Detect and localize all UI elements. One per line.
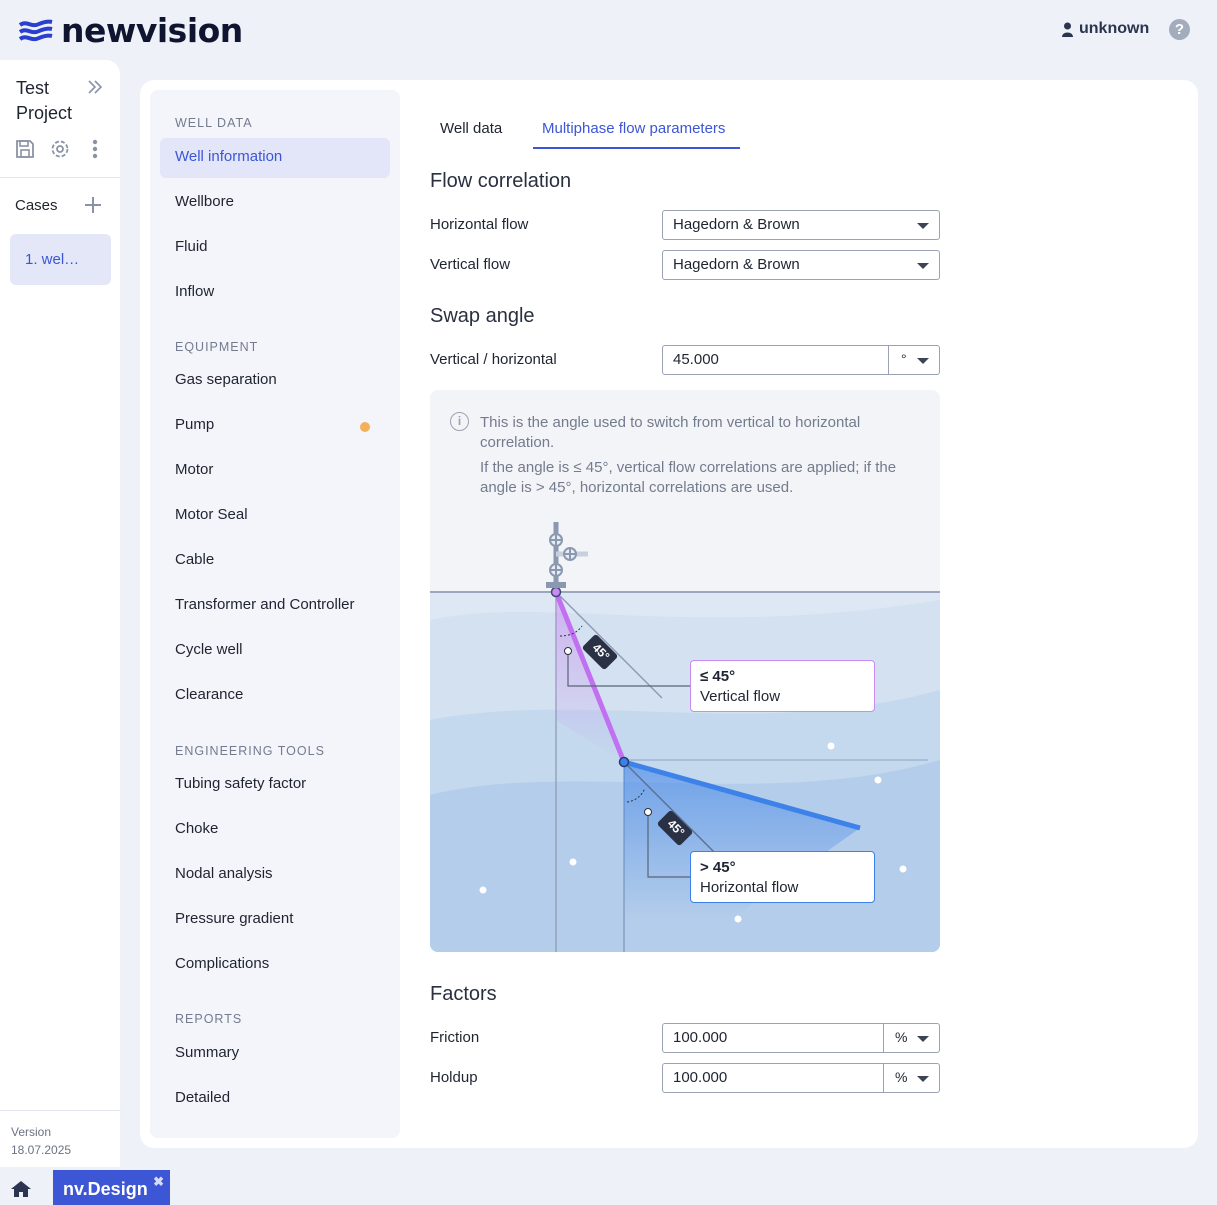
case-item[interactable]: 1. wel…: [10, 234, 111, 285]
wellhead-icon: [546, 522, 588, 588]
holdup-input[interactable]: 100.000 %: [662, 1063, 940, 1093]
user-menu[interactable]: unknown: [1062, 20, 1149, 38]
content-panel: Well data Multiphase flow parameters Flo…: [430, 80, 1170, 1148]
nav-section-title: REPORTS: [175, 1012, 243, 1026]
brand-logo[interactable]: newvision: [19, 14, 243, 48]
chevron-down-icon[interactable]: [917, 1076, 929, 1082]
nav-item-pressure-gradient[interactable]: Pressure gradient: [160, 900, 390, 940]
nav-item-motor-seal[interactable]: Motor Seal: [160, 496, 390, 536]
friction-input[interactable]: 100.000 %: [662, 1023, 940, 1053]
main-card: WELL DATA Well information Wellbore Flui…: [140, 80, 1198, 1148]
chevron-down-icon: [917, 263, 929, 269]
nav-item-cycle-well[interactable]: Cycle well: [160, 631, 390, 671]
factors-heading: Factors: [430, 983, 497, 1005]
info-text-1: This is the angle used to switch from ve…: [480, 414, 861, 451]
chevron-down-icon[interactable]: [917, 358, 929, 364]
nav-item-tubing-safety-factor[interactable]: Tubing safety factor: [160, 765, 390, 805]
nav-item-gas-separation[interactable]: Gas separation: [160, 361, 390, 401]
more-vertical-icon[interactable]: [84, 138, 106, 160]
nav-section-title: WELL DATA: [175, 116, 253, 130]
swap-angle-value: 45.000: [673, 351, 719, 368]
select-value: Hagedorn & Brown: [673, 256, 800, 273]
project-toolbar: [14, 138, 106, 160]
horizontal-flow-label: Horizontal flow: [430, 216, 529, 233]
callout-title: ≤ 45°: [700, 668, 736, 685]
close-icon[interactable]: ✖: [153, 1174, 164, 1190]
horizontal-flow-callout: > 45° Horizontal flow: [690, 851, 875, 903]
app-tab-nv-design[interactable]: nv.Design ✖: [53, 1170, 170, 1205]
brand-name: newvision: [61, 11, 243, 50]
vertical-flow-label: Vertical flow: [430, 256, 511, 273]
active-tab-indicator: [533, 147, 740, 149]
info-text-2: If the angle is ≤ 45°, vertical flow cor…: [480, 459, 897, 496]
chevron-down-icon[interactable]: [917, 1036, 929, 1042]
holdup-value: 100.000: [673, 1069, 728, 1086]
home-icon[interactable]: [10, 1180, 32, 1203]
swap-angle-unit[interactable]: °: [901, 351, 907, 367]
friction-value: 100.000: [673, 1029, 728, 1046]
version-date: 18.07.2025: [11, 1143, 72, 1157]
version-label: Version: [11, 1125, 52, 1139]
nav-item-nodal-analysis[interactable]: Nodal analysis: [160, 855, 390, 895]
vertical-flow-select[interactable]: Hagedorn & Brown: [662, 250, 940, 280]
vertical-flow-callout: ≤ 45° Vertical flow: [690, 660, 875, 712]
callout-text: Horizontal flow: [700, 879, 799, 896]
horizontal-flow-select[interactable]: Hagedorn & Brown: [662, 210, 940, 240]
tab-multiphase-flow[interactable]: Multiphase flow parameters: [542, 120, 725, 150]
nav-item-summary[interactable]: Summary: [160, 1034, 390, 1074]
settings-gear-icon[interactable]: [49, 138, 71, 160]
chevron-down-icon: [917, 223, 929, 229]
user-icon: [1062, 22, 1073, 37]
unit-separator: [883, 1024, 884, 1052]
nav-item-inflow[interactable]: Inflow: [160, 273, 390, 313]
nav-item-complications[interactable]: Complications: [160, 945, 390, 985]
add-case-icon[interactable]: [84, 190, 102, 221]
section-nav: WELL DATA Well information Wellbore Flui…: [150, 90, 400, 1138]
nav-item-label: Pump: [175, 416, 215, 433]
tab-well-data[interactable]: Well data: [440, 120, 502, 150]
callout-text: Vertical flow: [700, 688, 781, 705]
nav-section-title: EQUIPMENT: [175, 340, 259, 354]
version-info: Version 18.07.2025: [11, 1123, 71, 1159]
nav-item-motor[interactable]: Motor: [160, 451, 390, 491]
save-icon[interactable]: [14, 138, 36, 160]
info-icon: i: [450, 412, 469, 431]
rail-divider-bottom: [0, 1110, 120, 1111]
nav-item-wellbore[interactable]: Wellbore: [160, 183, 390, 223]
nav-item-detailed[interactable]: Detailed: [160, 1079, 390, 1119]
user-name: unknown: [1079, 20, 1150, 37]
holdup-unit[interactable]: %: [895, 1069, 907, 1085]
swap-angle-label: Vertical / horizontal: [430, 351, 557, 368]
project-rail: Test Project Cases 1. wel… Version 18.07…: [0, 60, 120, 1167]
unit-separator: [883, 1064, 884, 1092]
flow-correlation-heading: Flow correlation: [430, 170, 572, 192]
help-icon[interactable]: ?: [1169, 19, 1190, 40]
unit-separator: [888, 346, 889, 374]
friction-unit[interactable]: %: [895, 1029, 907, 1045]
rail-divider: [0, 177, 120, 178]
callout-title: > 45°: [700, 859, 736, 876]
swap-angle-input[interactable]: 45.000 °: [662, 345, 940, 375]
nav-item-clearance[interactable]: Clearance: [160, 676, 390, 716]
select-value: Hagedorn & Brown: [673, 216, 800, 233]
nav-item-well-information[interactable]: Well information: [160, 138, 390, 178]
nav-item-choke[interactable]: Choke: [160, 810, 390, 850]
friction-label: Friction: [430, 1029, 480, 1046]
nav-item-cable[interactable]: Cable: [160, 541, 390, 581]
nav-item-fluid[interactable]: Fluid: [160, 228, 390, 268]
swap-angle-heading: Swap angle: [430, 305, 535, 327]
holdup-label: Holdup: [430, 1069, 478, 1086]
app-tab-label: nv.Design: [63, 1179, 148, 1199]
swap-angle-info-panel: i This is the angle used to switch from …: [430, 390, 940, 952]
nav-item-pump[interactable]: Pump: [160, 406, 390, 446]
project-name: Test Project: [16, 78, 73, 123]
nav-section-title: ENGINEERING TOOLS: [175, 744, 325, 758]
warning-dot-icon: [360, 422, 370, 432]
newvision-logo-icon: [19, 19, 53, 42]
cases-label: Cases: [15, 197, 58, 214]
expand-chevrons-icon[interactable]: [87, 78, 103, 101]
nav-item-transformer[interactable]: Transformer and Controller: [160, 586, 390, 626]
